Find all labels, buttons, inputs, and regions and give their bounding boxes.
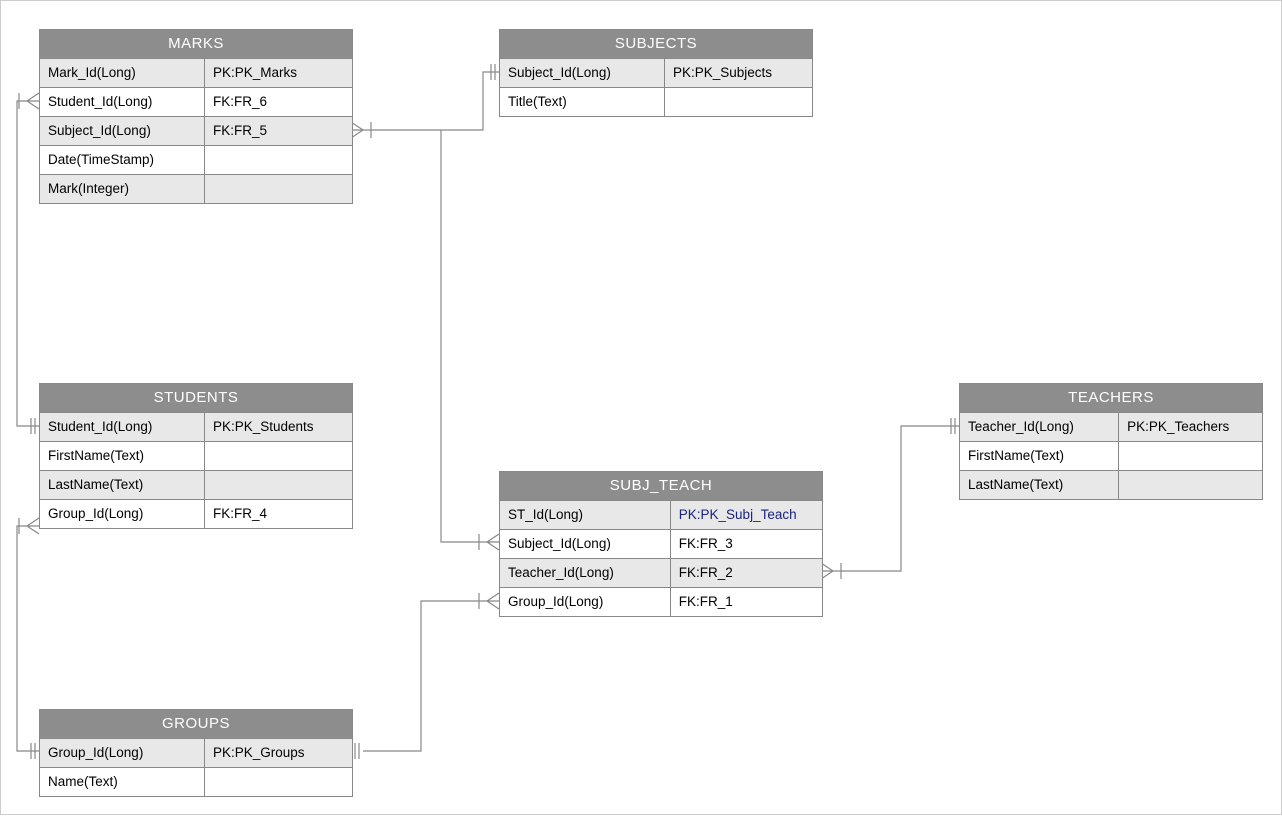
column-name: FirstName(Text) (960, 442, 1119, 470)
column-name: Subject_Id(Long) (500, 59, 665, 87)
column-name: Mark_Id(Long) (40, 59, 205, 87)
column-key: PK:PK_Subj_Teach (671, 501, 822, 529)
column-key: FK:FR_3 (671, 530, 822, 558)
column-key (205, 768, 352, 796)
column-key: FK:FR_2 (671, 559, 822, 587)
column-key: FK:FR_6 (205, 88, 352, 116)
entity-row: Date(TimeStamp) (40, 146, 352, 175)
column-name: Group_Id(Long) (500, 588, 671, 616)
entity-title: TEACHERS (960, 384, 1262, 413)
entity-row: Subject_Id(Long) PK:PK_Subjects (500, 59, 812, 88)
entity-students[interactable]: STUDENTS Student_Id(Long) PK:PK_Students… (39, 383, 353, 529)
entity-title: STUDENTS (40, 384, 352, 413)
column-name: Name(Text) (40, 768, 205, 796)
column-name: ST_Id(Long) (500, 501, 671, 529)
entity-row: Student_Id(Long) FK:FR_6 (40, 88, 352, 117)
column-key: PK:PK_Subjects (665, 59, 812, 87)
column-key: FK:FR_4 (205, 500, 352, 528)
column-key: PK:PK_Groups (205, 739, 352, 767)
entity-row: LastName(Text) (960, 471, 1262, 499)
entity-row: Group_Id(Long) PK:PK_Groups (40, 739, 352, 768)
column-key (205, 146, 352, 174)
entity-row: Name(Text) (40, 768, 352, 796)
entity-marks[interactable]: MARKS Mark_Id(Long) PK:PK_Marks Student_… (39, 29, 353, 204)
entity-subjects[interactable]: SUBJECTS Subject_Id(Long) PK:PK_Subjects… (499, 29, 813, 117)
entity-title: MARKS (40, 30, 352, 59)
column-name: Subject_Id(Long) (40, 117, 205, 145)
column-name: Subject_Id(Long) (500, 530, 671, 558)
entity-row: Mark(Integer) (40, 175, 352, 203)
column-key (1119, 442, 1262, 470)
entity-row: FirstName(Text) (40, 442, 352, 471)
entity-row: Group_Id(Long) FK:FR_1 (500, 588, 822, 616)
entity-row: ST_Id(Long) PK:PK_Subj_Teach (500, 501, 822, 530)
entity-teachers[interactable]: TEACHERS Teacher_Id(Long) PK:PK_Teachers… (959, 383, 1263, 500)
column-name: Student_Id(Long) (40, 88, 205, 116)
column-name: Date(TimeStamp) (40, 146, 205, 174)
column-name: FirstName(Text) (40, 442, 205, 470)
entity-row: Subject_Id(Long) FK:FR_3 (500, 530, 822, 559)
entity-row: FirstName(Text) (960, 442, 1262, 471)
column-key (665, 88, 812, 116)
column-key: PK:PK_Students (205, 413, 352, 441)
entity-title: SUBJECTS (500, 30, 812, 59)
entity-row: Title(Text) (500, 88, 812, 116)
entity-row: Teacher_Id(Long) PK:PK_Teachers (960, 413, 1262, 442)
column-key: PK:PK_Teachers (1119, 413, 1262, 441)
entity-row: LastName(Text) (40, 471, 352, 500)
entity-row: Teacher_Id(Long) FK:FR_2 (500, 559, 822, 588)
entity-row: Subject_Id(Long) FK:FR_5 (40, 117, 352, 146)
column-name: LastName(Text) (960, 471, 1119, 499)
column-key (205, 175, 352, 203)
er-diagram-canvas: MARKS Mark_Id(Long) PK:PK_Marks Student_… (0, 0, 1282, 815)
column-name: Title(Text) (500, 88, 665, 116)
entity-subj-teach[interactable]: SUBJ_TEACH ST_Id(Long) PK:PK_Subj_Teach … (499, 471, 823, 617)
column-key (205, 442, 352, 470)
column-key: FK:FR_5 (205, 117, 352, 145)
entity-row: Student_Id(Long) PK:PK_Students (40, 413, 352, 442)
column-key (1119, 471, 1262, 499)
entity-title: GROUPS (40, 710, 352, 739)
entity-row: Group_Id(Long) FK:FR_4 (40, 500, 352, 528)
entity-groups[interactable]: GROUPS Group_Id(Long) PK:PK_Groups Name(… (39, 709, 353, 797)
column-name: Group_Id(Long) (40, 500, 205, 528)
column-key (205, 471, 352, 499)
column-name: Teacher_Id(Long) (960, 413, 1119, 441)
entity-row: Mark_Id(Long) PK:PK_Marks (40, 59, 352, 88)
entity-title: SUBJ_TEACH (500, 472, 822, 501)
column-name: Group_Id(Long) (40, 739, 205, 767)
column-key: FK:FR_1 (671, 588, 822, 616)
column-name: Mark(Integer) (40, 175, 205, 203)
column-name: Student_Id(Long) (40, 413, 205, 441)
column-name: Teacher_Id(Long) (500, 559, 671, 587)
column-name: LastName(Text) (40, 471, 205, 499)
column-key: PK:PK_Marks (205, 59, 352, 87)
